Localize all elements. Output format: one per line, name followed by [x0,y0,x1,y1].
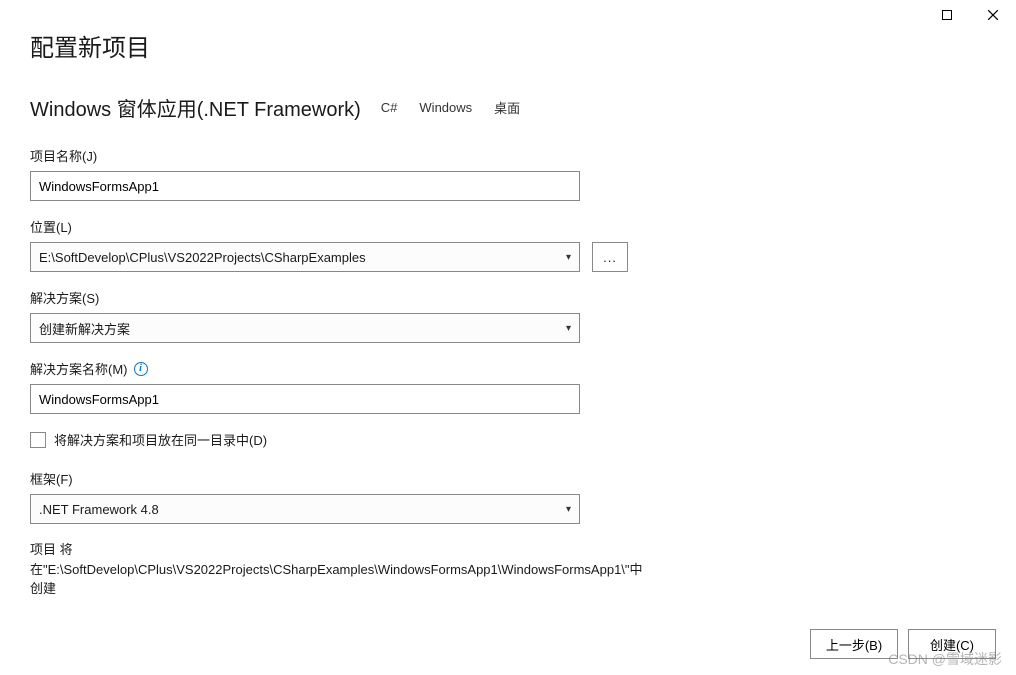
solution-group: 解决方案(S) 创建新解决方案 ▾ [30,288,986,343]
solution-name-group: 解决方案名称(M) i [30,359,986,414]
solution-name-input[interactable] [30,384,580,414]
main-content: 配置新项目 Windows 窗体应用(.NET Framework) C# Wi… [0,0,1016,619]
back-button[interactable]: 上一步(B) [810,629,898,659]
solution-name-label: 解决方案名称(M) i [30,359,986,378]
same-directory-row: 将解决方案和项目放在同一目录中(D) [30,430,986,449]
close-button[interactable] [970,0,1016,30]
solution-combo[interactable]: 创建新解决方案 ▾ [30,313,580,343]
window-titlebar [924,0,1016,30]
close-icon [988,10,998,20]
same-directory-checkbox[interactable] [30,432,46,448]
footer-buttons: 上一步(B) 创建(C) [810,629,996,659]
tag-csharp: C# [379,98,400,117]
project-name-input[interactable] [30,171,580,201]
location-value: E:\SoftDevelop\CPlus\VS2022Projects\CSha… [39,250,366,265]
project-name-group: 项目名称(J) [30,146,986,201]
page-title: 配置新项目 [30,28,986,63]
chevron-down-icon: ▾ [566,504,571,515]
tag-windows: Windows [417,98,474,117]
template-header: Windows 窗体应用(.NET Framework) C# Windows … [30,93,986,122]
solution-label: 解决方案(S) [30,288,986,307]
framework-combo[interactable]: .NET Framework 4.8 ▾ [30,494,580,524]
chevron-down-icon: ▾ [566,323,571,334]
chevron-down-icon: ▾ [566,252,571,263]
browse-button[interactable]: ... [592,242,628,272]
framework-label: 框架(F) [30,469,986,488]
template-name: Windows 窗体应用(.NET Framework) [30,93,361,122]
framework-group: 框架(F) .NET Framework 4.8 ▾ [30,469,986,524]
info-icon[interactable]: i [134,362,148,376]
tag-desktop: 桌面 [492,96,522,119]
creation-path-info: 项目 将在"E:\SoftDevelop\CPlus\VS2022Project… [30,540,590,599]
same-directory-label: 将解决方案和项目放在同一目录中(D) [54,430,267,449]
framework-value: .NET Framework 4.8 [39,502,159,517]
project-name-label: 项目名称(J) [30,146,986,165]
location-label: 位置(L) [30,217,986,236]
location-group: 位置(L) E:\SoftDevelop\CPlus\VS2022Project… [30,217,986,272]
solution-value: 创建新解决方案 [39,319,130,338]
maximize-button[interactable] [924,0,970,30]
create-button[interactable]: 创建(C) [908,629,996,659]
location-combo[interactable]: E:\SoftDevelop\CPlus\VS2022Projects\CSha… [30,242,580,272]
maximize-icon [942,10,952,20]
